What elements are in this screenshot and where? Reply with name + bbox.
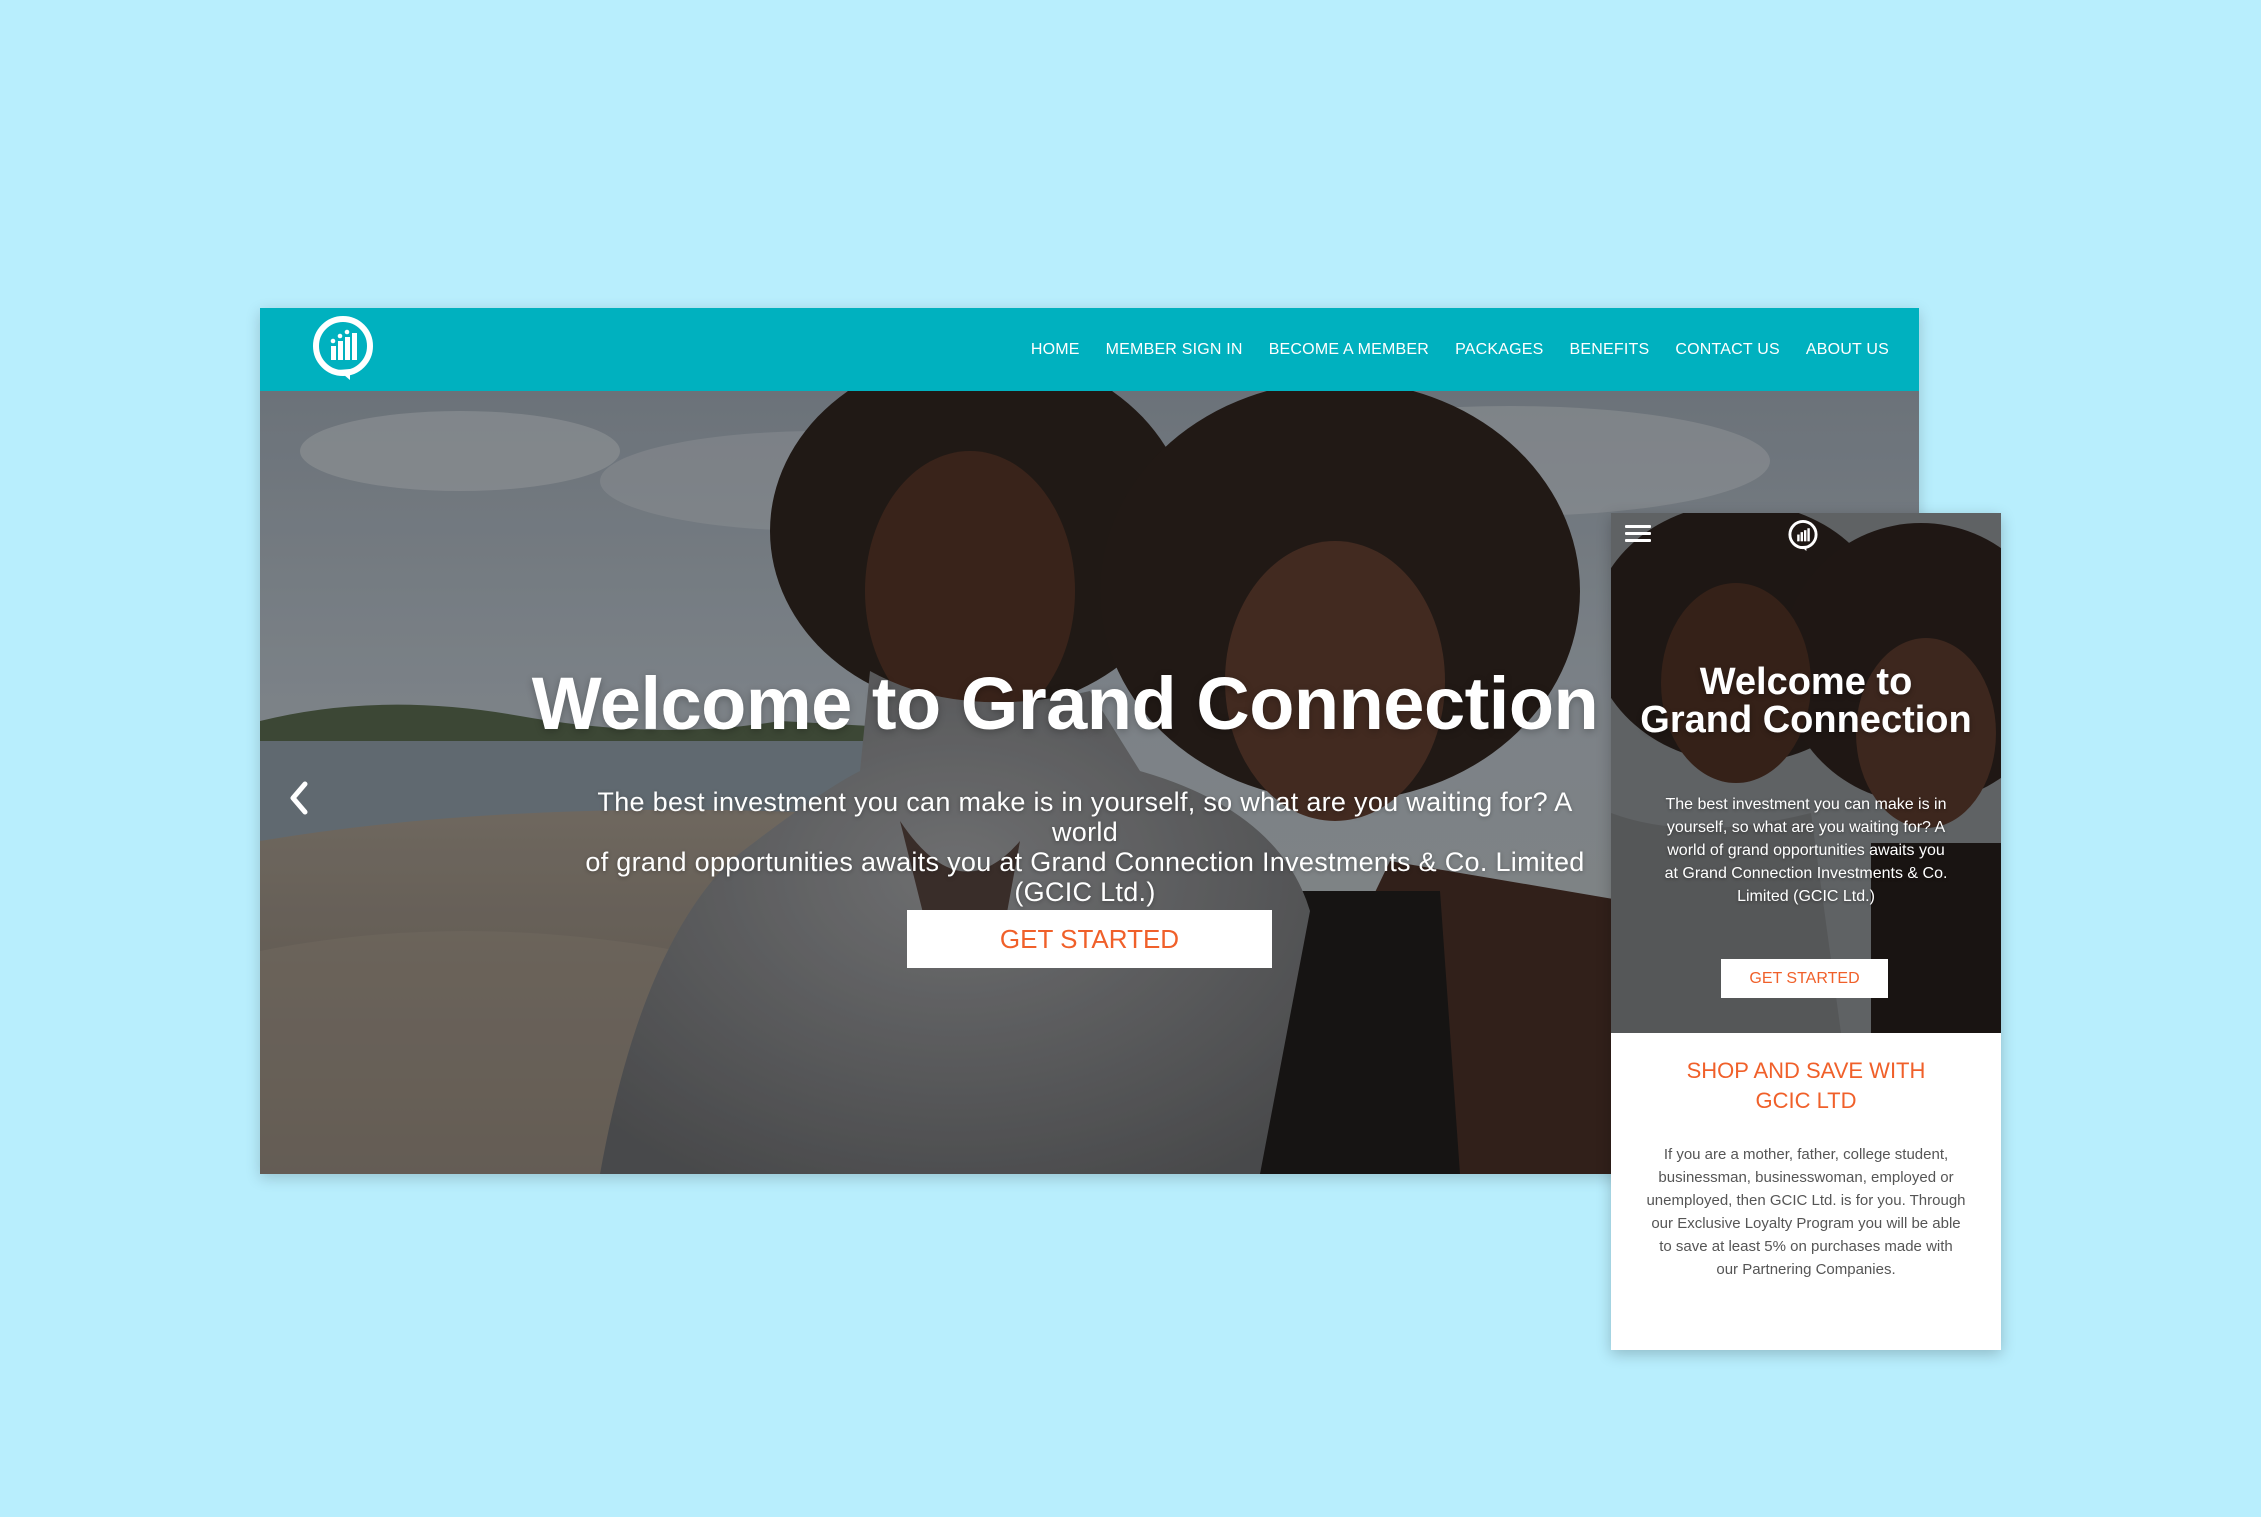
mobile-hero-subtitle-line: world of grand opportunities awaits you (1667, 842, 1945, 859)
mobile-hero-subtitle-line: yourself, so what are you waiting for? A (1666, 819, 1946, 836)
mobile-hero-subtitle-line: The best investment you can make is in (1665, 796, 1947, 813)
shop-and-save-text-line: businessman, businesswoman, employed or (1658, 1169, 1954, 1186)
mobile-hero-subtitle: The best investment you can make is in y… (1655, 793, 1957, 908)
shop-and-save-text-line: If you are a mother, father, college stu… (1663, 1146, 1949, 1163)
chat-bubble-bar-chart-icon[interactable] (310, 314, 376, 384)
get-started-button[interactable]: GET STARTED (907, 910, 1272, 968)
shop-and-save-text-line: unemployed, then GCIC Ltd. is for you. T… (1646, 1192, 1966, 1209)
mobile-hero-title: Welcome to Grand Connection (1611, 663, 2001, 739)
shop-and-save-text: If you are a mother, father, college stu… (1633, 1143, 1979, 1281)
mobile-get-started-button[interactable]: GET STARTED (1721, 959, 1888, 998)
main-menu: HOME MEMBER SIGN IN BECOME A MEMBER PACK… (1031, 308, 1889, 391)
nav-item-contact-us[interactable]: CONTACT US (1675, 341, 1780, 359)
mobile-hero-subtitle-line: Limited (GCIC Ltd.) (1737, 888, 1875, 905)
shop-and-save-heading: SHOP AND SAVE WITH GCIC LTD (1651, 1056, 1961, 1116)
shop-and-save-text-line: our Exclusive Loyalty Program you will b… (1651, 1215, 1961, 1232)
mobile-hero-background-image (1611, 513, 2001, 1033)
nav-item-about-us[interactable]: ABOUT US (1806, 341, 1889, 359)
mobile-hero-title-line: Grand Connection (1640, 699, 1972, 741)
nav-item-packages[interactable]: PACKAGES (1455, 341, 1543, 359)
hero-subtitle: The best investment you can make is in y… (565, 787, 1605, 907)
mobile-hero-subtitle-line: at Grand Connection Investments & Co. (1664, 865, 1948, 882)
shop-and-save-heading-line: GCIC LTD (1755, 1088, 1857, 1113)
top-navbar: HOME MEMBER SIGN IN BECOME A MEMBER PACK… (260, 308, 1919, 391)
shop-and-save-text-line: our Partnering Companies. (1716, 1261, 1896, 1278)
nav-item-become-a-member[interactable]: BECOME A MEMBER (1269, 341, 1429, 359)
nav-item-home[interactable]: HOME (1031, 341, 1080, 359)
mobile-hero-title-line: Welcome to (1699, 661, 1913, 703)
hero-subtitle-line: The best investment you can make is in y… (597, 787, 1573, 847)
shop-and-save-text-line: to save at least 5% on purchases made wi… (1659, 1238, 1953, 1255)
mobile-mockup: Welcome to Grand Connection The best inv… (1611, 513, 2001, 1350)
chat-bubble-bar-chart-icon[interactable] (1787, 518, 1819, 554)
nav-item-member-sign-in[interactable]: MEMBER SIGN IN (1106, 341, 1243, 359)
mobile-hero: Welcome to Grand Connection The best inv… (1611, 513, 2001, 1033)
shop-and-save-heading-line: SHOP AND SAVE WITH (1686, 1058, 1926, 1083)
hamburger-icon[interactable] (1625, 525, 1651, 545)
nav-item-benefits[interactable]: BENEFITS (1570, 341, 1650, 359)
hero-subtitle-line: of grand opportunities awaits you at Gra… (585, 847, 1585, 877)
hero-subtitle-line: (GCIC Ltd.) (1014, 877, 1156, 907)
